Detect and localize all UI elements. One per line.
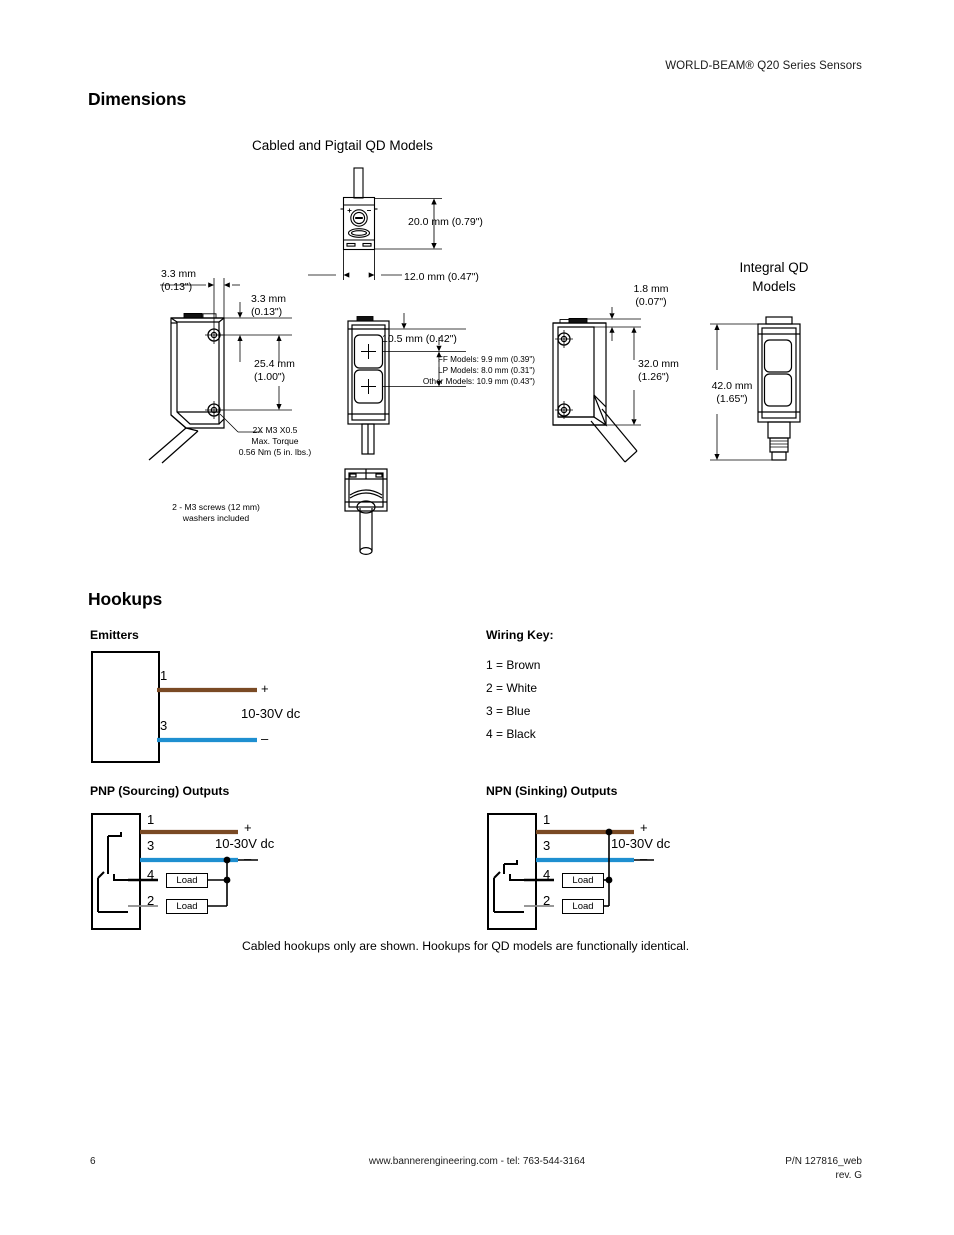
npn-plus: + bbox=[640, 820, 648, 835]
footer-revision: rev. G bbox=[835, 1170, 862, 1181]
npn-pin-4: 4 bbox=[543, 867, 551, 882]
dim-lp-models: LP Models: 8.0 mm (0.31") bbox=[438, 366, 535, 375]
npn-diagram bbox=[486, 812, 746, 932]
integral-qd-subtitle: Integral QD Models bbox=[715, 258, 833, 296]
pnp-pin-2: 2 bbox=[147, 893, 155, 908]
dim-screws-included: 2 - M3 screws (12 mm) washers included bbox=[172, 502, 260, 523]
dim-other-models: Other Models: 10.9 mm (0.43") bbox=[422, 377, 535, 386]
bottom-view-drawing bbox=[337, 465, 417, 560]
npn-load-box-1: Load bbox=[562, 873, 604, 888]
npn-pin-3: 3 bbox=[543, 838, 551, 853]
dim-top-18mm: 1.8 mm (0.07") bbox=[633, 283, 669, 308]
wiring-key-entry-2: 2 = White bbox=[486, 681, 538, 695]
npn-label: NPN (Sinking) Outputs bbox=[486, 784, 618, 798]
wiring-key-entry-3: 3 = Blue bbox=[486, 704, 531, 718]
dim-width-12mm: 12.0 mm (0.47") bbox=[404, 271, 479, 283]
wiring-key-entry-4: 4 = Black bbox=[486, 727, 536, 741]
footer-part-number: P/N 127816_web bbox=[785, 1156, 862, 1167]
npn-pin-1: 1 bbox=[543, 812, 551, 827]
pnp-label: PNP (Sourcing) Outputs bbox=[90, 784, 230, 798]
emitters-plus: + bbox=[261, 681, 269, 696]
wiring-key-entry-1: 1 = Brown bbox=[486, 658, 541, 672]
emitters-pin-3: 3 bbox=[160, 718, 168, 733]
dim-offset-left-33mm: 3.3 mm (0.13") bbox=[161, 268, 197, 293]
emitters-pin-1: 1 bbox=[160, 668, 168, 683]
npn-minus: – bbox=[640, 851, 648, 866]
dim-ff-models: FF Models: 9.9 mm (0.39") bbox=[437, 355, 535, 364]
dim-height-42mm: 42.0 mm (1.65") bbox=[711, 380, 753, 405]
hookups-section-title: Hookups bbox=[88, 589, 163, 609]
pnp-diagram bbox=[90, 812, 350, 932]
pnp-load-box-1: Load bbox=[166, 873, 208, 888]
pnp-pin-3: 3 bbox=[147, 838, 155, 853]
pnp-pin-4: 4 bbox=[147, 867, 155, 882]
dimensions-section-title: Dimensions bbox=[88, 89, 187, 109]
dim-height-32mm: 32.0 mm (1.26") bbox=[638, 358, 679, 383]
integral-qd-line2: Models bbox=[752, 279, 796, 294]
cabled-pigtail-subtitle: Cabled and Pigtail QD Models bbox=[252, 138, 433, 153]
dim-offset-top-33mm: 3.3 mm (0.13") bbox=[251, 293, 287, 318]
integral-qd-line1: Integral QD bbox=[739, 260, 809, 275]
pnp-pin-1: 1 bbox=[147, 812, 155, 827]
dim-screw-spec: 2X M3 X0.5 Max. Torque 0.56 Nm (5 in. lbs.… bbox=[238, 425, 312, 457]
npn-pin-2: 2 bbox=[543, 893, 551, 908]
pnp-plus: + bbox=[244, 820, 252, 835]
pnp-voltage: 10-30V dc bbox=[215, 836, 275, 851]
npn-voltage: 10-30V dc bbox=[611, 836, 671, 851]
page-header-product-line: WORLD-BEAM® Q20 Series Sensors bbox=[665, 60, 862, 72]
side-view-drawing-right bbox=[545, 305, 705, 470]
emitters-label: Emitters bbox=[90, 628, 139, 642]
emitters-minus: – bbox=[261, 731, 269, 746]
emitters-voltage: 10-30V dc bbox=[241, 706, 301, 721]
wiring-key-title: Wiring Key: bbox=[486, 628, 554, 642]
dim-hole-spacing-254mm: 25.4 mm (1.00") bbox=[254, 358, 295, 383]
hookups-caption: Cabled hookups only are shown. Hookups f… bbox=[242, 939, 690, 953]
dim-depth-20mm: 20.0 mm (0.79") bbox=[408, 216, 483, 228]
npn-load-box-2: Load bbox=[562, 899, 604, 914]
pnp-minus: – bbox=[244, 851, 252, 866]
pnp-load-box-2: Load bbox=[166, 899, 208, 914]
datasheet-page: WORLD-BEAM® Q20 Series Sensors Dimension… bbox=[0, 0, 954, 1235]
dim-lens-offset-105mm: 10.5 mm (0.42") bbox=[382, 333, 457, 345]
